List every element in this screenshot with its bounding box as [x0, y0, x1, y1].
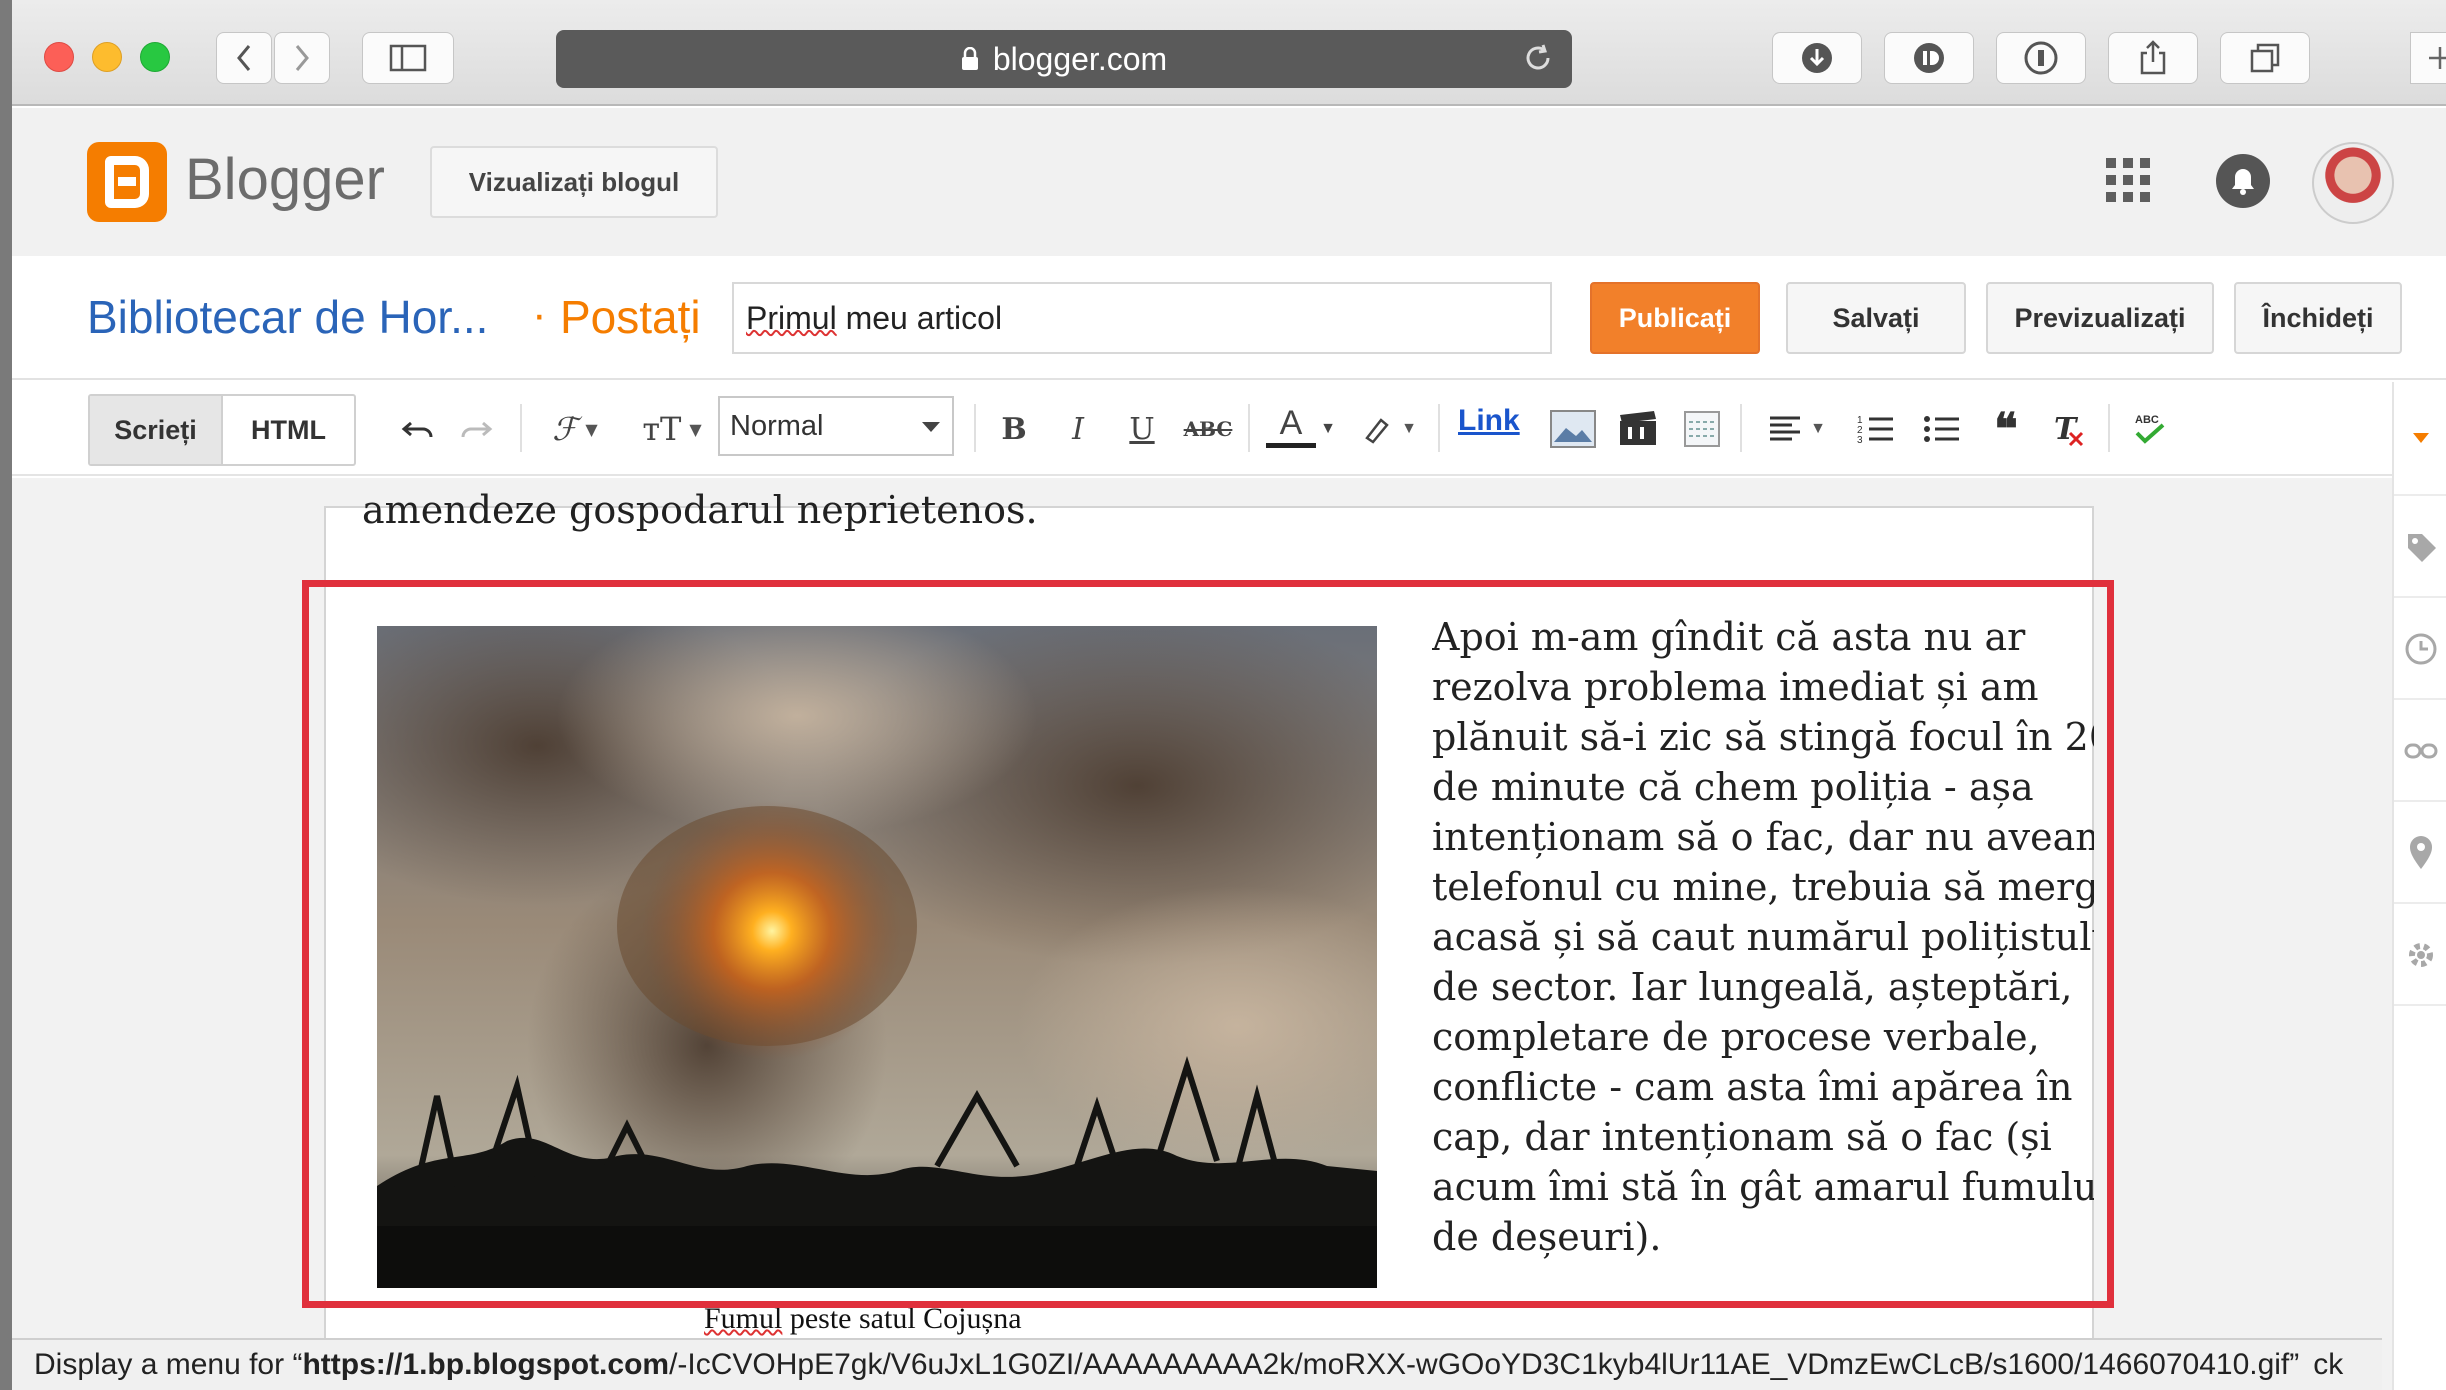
new-tab-button[interactable]	[2410, 32, 2446, 84]
address-url: blogger.com	[992, 40, 1168, 77]
title-text-rest: meu articol	[836, 299, 1003, 336]
apps-icon[interactable]	[2106, 158, 2150, 202]
font-color-button[interactable]: A	[1266, 404, 1316, 448]
underline-button[interactable]: U	[1122, 404, 1162, 454]
avatar[interactable]	[2312, 142, 2394, 224]
browser-window: blogger.com Blogger Vizualizați blogul B…	[12, 0, 2446, 1390]
sidebar-button[interactable]	[362, 32, 454, 84]
sidebar-icon	[389, 44, 427, 72]
blog-title-link[interactable]: Bibliotecar de Hor...	[87, 290, 488, 344]
breadcrumb-separator: ·	[532, 290, 547, 339]
save-button[interactable]: Salvați	[1786, 282, 1966, 354]
onepassword-icon	[2024, 41, 2058, 75]
bold-button[interactable]: B	[994, 404, 1034, 454]
share-button[interactable]	[2108, 32, 2198, 84]
toolbar-divider	[1438, 404, 1440, 452]
labels-icon[interactable]	[2394, 498, 2446, 598]
highlight-icon[interactable]: ▼	[1354, 404, 1424, 454]
post-title-input[interactable]: Primul meu articol	[732, 282, 1552, 354]
toolbar-divider	[2108, 404, 2110, 452]
location-icon[interactable]	[2394, 804, 2446, 904]
numbered-list-icon[interactable]: 123	[1854, 404, 1898, 454]
downloads-button[interactable]	[1772, 32, 1862, 84]
view-blog-button[interactable]: Vizualizați blogul	[430, 146, 718, 218]
permalink-icon[interactable]	[2394, 702, 2446, 802]
close-button[interactable]: Închideți	[2234, 282, 2402, 354]
toolbar-divider	[1248, 404, 1250, 452]
font-icon[interactable]: ℱ ▼	[540, 404, 610, 454]
panel-collapse-toggle[interactable]	[2394, 382, 2446, 496]
italic-button[interactable]: I	[1058, 404, 1098, 454]
post-settings-panel	[2392, 382, 2446, 1390]
password-manager-button[interactable]	[1996, 32, 2086, 84]
new-tab-icon	[2429, 47, 2446, 69]
undo-icon[interactable]	[396, 404, 440, 454]
brand-name: Blogger	[185, 147, 385, 212]
tab-html[interactable]: HTML	[223, 396, 354, 464]
tabs-icon	[2250, 43, 2280, 73]
video-icon[interactable]	[1616, 404, 1660, 454]
tab-compose[interactable]: Scrieți	[90, 396, 223, 464]
reload-icon[interactable]	[1522, 42, 1554, 74]
preview-button[interactable]: Previzualizați	[1986, 282, 2214, 354]
extension-icon	[1914, 43, 1944, 73]
mode-tabs: Scrieți HTML	[88, 394, 356, 466]
clear-format-icon[interactable]: T	[2046, 404, 2090, 454]
toolbar-divider	[520, 404, 522, 452]
extension-button[interactable]	[1884, 32, 1974, 84]
bullet-list-icon[interactable]	[1920, 404, 1964, 454]
blogger-header: Blogger Vizualizați blogul	[12, 108, 2446, 256]
minimize-window-button[interactable]	[92, 42, 122, 72]
svg-text:3: 3	[1857, 435, 1863, 446]
post-editor-bar: Bibliotecar de Hor... · Postați Primul m…	[12, 256, 2446, 380]
notifications-icon[interactable]	[2216, 154, 2270, 208]
status-url-path: /-IcCVOHpE7gk/V6uJxL1G0ZI/AAAAAAAAA2k/mo…	[669, 1348, 2300, 1381]
editor-toolbar: Scrieți HTML ℱ ▼ тT ▼ Normal B I U ABC A ▼…	[12, 382, 2392, 476]
redo-icon[interactable]	[454, 404, 498, 454]
previous-paragraph-line: amendeze gospodarul neprietenos.	[362, 488, 1038, 532]
format-select[interactable]: Normal	[718, 396, 954, 456]
toolbar-divider	[1740, 404, 1742, 452]
options-icon[interactable]	[2394, 906, 2446, 1006]
spellcheck-icon[interactable]: ABC	[2128, 404, 2172, 454]
tabs-overview-button[interactable]	[2220, 32, 2310, 84]
blogger-logo[interactable]	[87, 142, 167, 222]
chevron-down-icon[interactable]: ▼	[1316, 404, 1340, 454]
share-icon	[2140, 40, 2166, 75]
annotation-highlight-box	[302, 580, 2114, 1308]
jump-break-icon[interactable]	[1680, 404, 1724, 454]
schedule-icon[interactable]	[2394, 600, 2446, 700]
title-misspelled-word: Primul	[746, 299, 837, 336]
zoom-window-button[interactable]	[140, 42, 170, 72]
close-window-button[interactable]	[44, 42, 74, 72]
insert-link-button[interactable]: Link	[1458, 404, 1520, 438]
chevron-down-icon	[2413, 433, 2429, 443]
posts-link[interactable]: Postați	[560, 290, 701, 344]
font-size-icon[interactable]: тT ▼	[632, 404, 712, 454]
image-icon[interactable]	[1548, 404, 1598, 454]
align-icon[interactable]: ▼	[1760, 404, 1834, 454]
back-icon	[237, 45, 251, 71]
svg-text:ABC: ABC	[2135, 414, 2159, 426]
publish-button[interactable]: Publicați	[1590, 282, 1760, 354]
toolbar-divider	[974, 404, 976, 452]
quote-icon[interactable]: ❝	[1984, 404, 2028, 455]
status-prefix: Display a menu for “	[34, 1348, 303, 1381]
back-button[interactable]	[216, 32, 272, 84]
forward-icon	[295, 45, 309, 71]
status-url-host: https://1.bp.blogspot.com	[302, 1348, 670, 1381]
forward-button[interactable]	[274, 32, 330, 84]
address-bar[interactable]: blogger.com	[556, 30, 1572, 88]
lock-icon	[961, 47, 978, 70]
download-icon	[1802, 43, 1832, 73]
strikethrough-button[interactable]: ABC	[1182, 404, 1234, 454]
browser-toolbar: blogger.com	[12, 0, 2446, 106]
status-tail: ck	[2313, 1348, 2344, 1381]
format-select-value: Normal	[730, 409, 824, 442]
browser-status-bar: Display a menu for “https://1.bp.blogspo…	[12, 1338, 2382, 1390]
chevron-down-icon	[922, 422, 940, 432]
